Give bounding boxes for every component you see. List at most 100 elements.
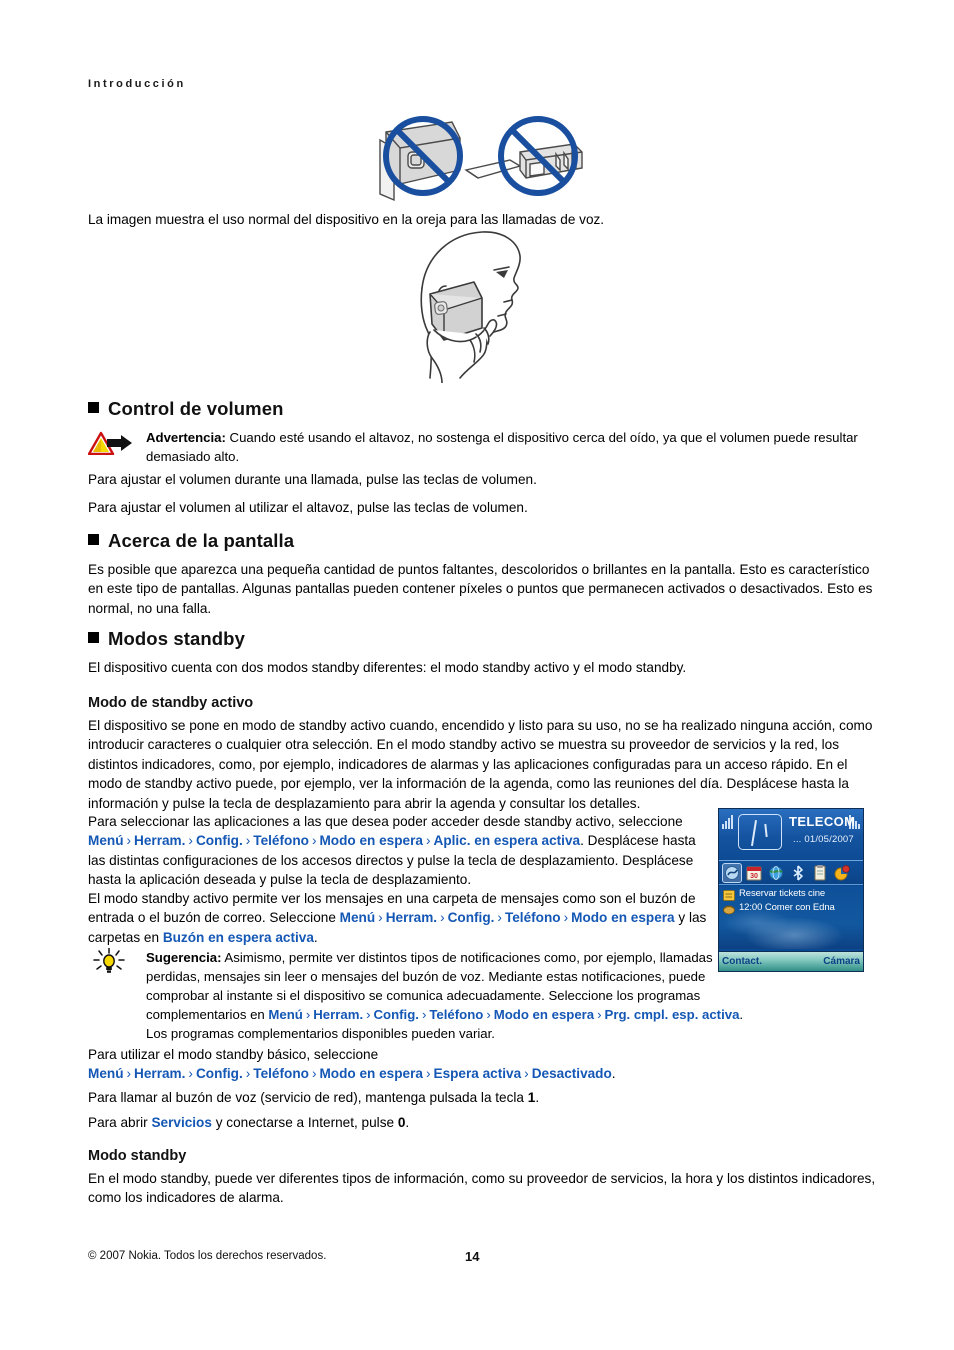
head-with-phone-illustration <box>408 228 568 384</box>
volume-paragraph-1: Para ajustar el volumen durante una llam… <box>88 472 537 487</box>
path-link[interactable]: Menú <box>340 910 376 925</box>
softkey-left[interactable]: Contact. <box>722 956 762 967</box>
buzon-link[interactable]: Buzón en espera activa <box>163 930 314 945</box>
figure-caption: La imagen muestra el uso normal del disp… <box>88 212 605 227</box>
phone-shortcut-row: 30 <box>719 861 863 885</box>
active-standby-paragraph-3: El modo standby activo permite ver los m… <box>88 889 716 947</box>
svg-text:30: 30 <box>750 873 758 880</box>
path-link[interactable]: Prg. cmpl. esp. activa <box>605 1007 740 1022</box>
voicemail-pre: Para llamar al buzón de voz (servicio de… <box>88 1090 528 1105</box>
active-standby-paragraph-1: El dispositivo se pone en modo de standb… <box>88 718 873 811</box>
connectivity-icon[interactable] <box>722 862 742 883</box>
path-link[interactable]: Desactivado <box>532 1066 612 1081</box>
path-link[interactable]: Herram. <box>134 1066 185 1081</box>
path-link[interactable]: Teléfono <box>505 910 561 925</box>
bullet-square-icon <box>88 534 99 545</box>
menu-path-3: Menú › Herram. › Config. › Teléfono › Modo en es… <box>268 1007 739 1022</box>
heading-modo-de-standby-activo: Modo de standby activo <box>88 695 254 711</box>
chevron-right-icon: › <box>425 833 431 849</box>
path-link[interactable]: Teléfono <box>253 1066 309 1081</box>
phone-date: ... 01/05/2007 <box>793 834 854 845</box>
chevron-right-icon: › <box>245 833 251 849</box>
heading-control-de-volumen: Control de volumen <box>88 398 284 420</box>
document-page: Introducción La imagen muestra el uso no… <box>0 0 954 1350</box>
chevron-right-icon: › <box>524 1066 529 1082</box>
calendar-entry[interactable]: 12:00 Comer con Edna <box>723 902 863 915</box>
services-mid: y conectarse a Internet, pulse <box>211 1115 398 1130</box>
phone-softkey-bar: Contact. Cámara <box>719 951 863 971</box>
menu-path-1: Menú › Herram. › Config. › Teléfono › Modo en es… <box>88 833 580 848</box>
office-icon[interactable] <box>833 864 851 882</box>
chevron-right-icon: › <box>188 833 193 849</box>
notes-icon[interactable] <box>811 864 829 882</box>
services-post: . <box>405 1115 410 1130</box>
warning-text: Cuando esté usando el altavoz, no sosten… <box>146 430 858 464</box>
heading-modos-standby: Modos standby <box>88 628 245 650</box>
chevron-right-icon: › <box>597 1007 602 1022</box>
menu-path-2: Menú › Herram. › Config. › Teléfono › Modo en es… <box>340 910 675 925</box>
chevron-right-icon: › <box>378 910 383 926</box>
chevron-right-icon: › <box>421 1007 427 1022</box>
services-paragraph: Para abrir Servicios y conectarse a Inte… <box>88 1113 878 1132</box>
warning-triangle-icon <box>87 431 134 456</box>
chevron-right-icon: › <box>311 1066 317 1082</box>
bullet-square-icon <box>88 632 99 643</box>
footer-copyright: © 2007 Nokia. Todos los derechos reserva… <box>88 1250 327 1262</box>
path-link[interactable]: Modo en espera <box>319 833 423 848</box>
phone-calendar-list: Reservar tickets cine 12:00 Comer con Ed… <box>719 885 863 915</box>
path-link[interactable]: Herram. <box>134 833 185 848</box>
path-link[interactable]: Menú <box>88 1066 124 1081</box>
path-link[interactable]: Herram. <box>386 910 437 925</box>
operator-name: TELECOM <box>789 814 856 829</box>
path-link[interactable]: Modo en espera <box>571 910 675 925</box>
path-link[interactable]: Modo en espera <box>319 1066 423 1081</box>
p3-post: . <box>313 929 318 945</box>
chevron-right-icon: › <box>188 1066 193 1082</box>
heading-modo-standby: Modo standby <box>88 1148 187 1164</box>
voicemail-paragraph: Para llamar al buzón de voz (servicio de… <box>88 1088 878 1107</box>
head-phone-svg <box>420 231 521 384</box>
path-link[interactable]: Espera activa <box>434 1066 522 1081</box>
path-link[interactable]: Modo en espera <box>494 1007 594 1022</box>
web-browser-icon[interactable] <box>767 864 785 882</box>
path-link[interactable]: Config. <box>196 1066 243 1081</box>
prohibition-figures <box>360 108 600 208</box>
prohibition-figure-svg <box>379 116 583 202</box>
servicios-link[interactable]: Servicios <box>151 1115 211 1130</box>
path-link[interactable]: Teléfono <box>253 833 309 848</box>
menu-path-4: Menú › Herram. › Config. › Teléfono › Modo en es… <box>88 1066 612 1081</box>
bluetooth-icon[interactable] <box>789 864 807 882</box>
chevron-right-icon: › <box>486 1007 491 1022</box>
chevron-right-icon: › <box>126 833 132 849</box>
display-paragraph-1: Es posible que aparezca una pequeña cant… <box>88 562 873 616</box>
path-link[interactable]: Config. <box>374 1007 419 1022</box>
chevron-right-icon: › <box>425 1066 431 1082</box>
tip-note-body: Sugerencia: Asimismo, permite ver distin… <box>146 948 744 1043</box>
path-link[interactable]: Aplic. en espera activa <box>434 833 581 848</box>
footer-page-number: 14 <box>465 1249 480 1264</box>
path-link[interactable]: Config. <box>196 833 243 848</box>
bullet-square-icon <box>88 402 99 413</box>
chevron-right-icon: › <box>440 910 445 926</box>
p2-pre: Para seleccionar las aplicaciones a las … <box>88 814 683 829</box>
calendar-entry-text: 12:00 Comer con Edna <box>739 902 835 913</box>
path-link[interactable]: Herram. <box>313 1007 363 1022</box>
calendar-icon[interactable]: 30 <box>745 864 763 882</box>
meeting-entry-icon <box>723 902 735 915</box>
phone-standby-screenshot: TELECOM ... 01/05/2007 30 Reservar ticke… <box>718 808 864 972</box>
path-link[interactable]: Config. <box>448 910 495 925</box>
softkey-right[interactable]: Cámara <box>823 956 860 967</box>
chevron-right-icon: › <box>366 1007 371 1022</box>
running-head: Introducción <box>88 78 186 90</box>
volume-paragraph-2: Para ajustar el volumen al utilizar el a… <box>88 500 528 515</box>
standby-intro: El dispositivo cuenta con dos modos stan… <box>88 660 687 675</box>
path-link[interactable]: Menú <box>88 833 124 848</box>
path-link[interactable]: Teléfono <box>429 1007 483 1022</box>
tip-label: Sugerencia: <box>146 950 222 965</box>
calendar-entry[interactable]: Reservar tickets cine <box>723 888 863 901</box>
chevron-right-icon: › <box>305 1007 311 1022</box>
path-link[interactable]: Menú <box>268 1007 302 1022</box>
voicemail-post: . <box>535 1090 540 1105</box>
chevron-right-icon: › <box>497 910 502 926</box>
chevron-right-icon: › <box>311 833 317 849</box>
